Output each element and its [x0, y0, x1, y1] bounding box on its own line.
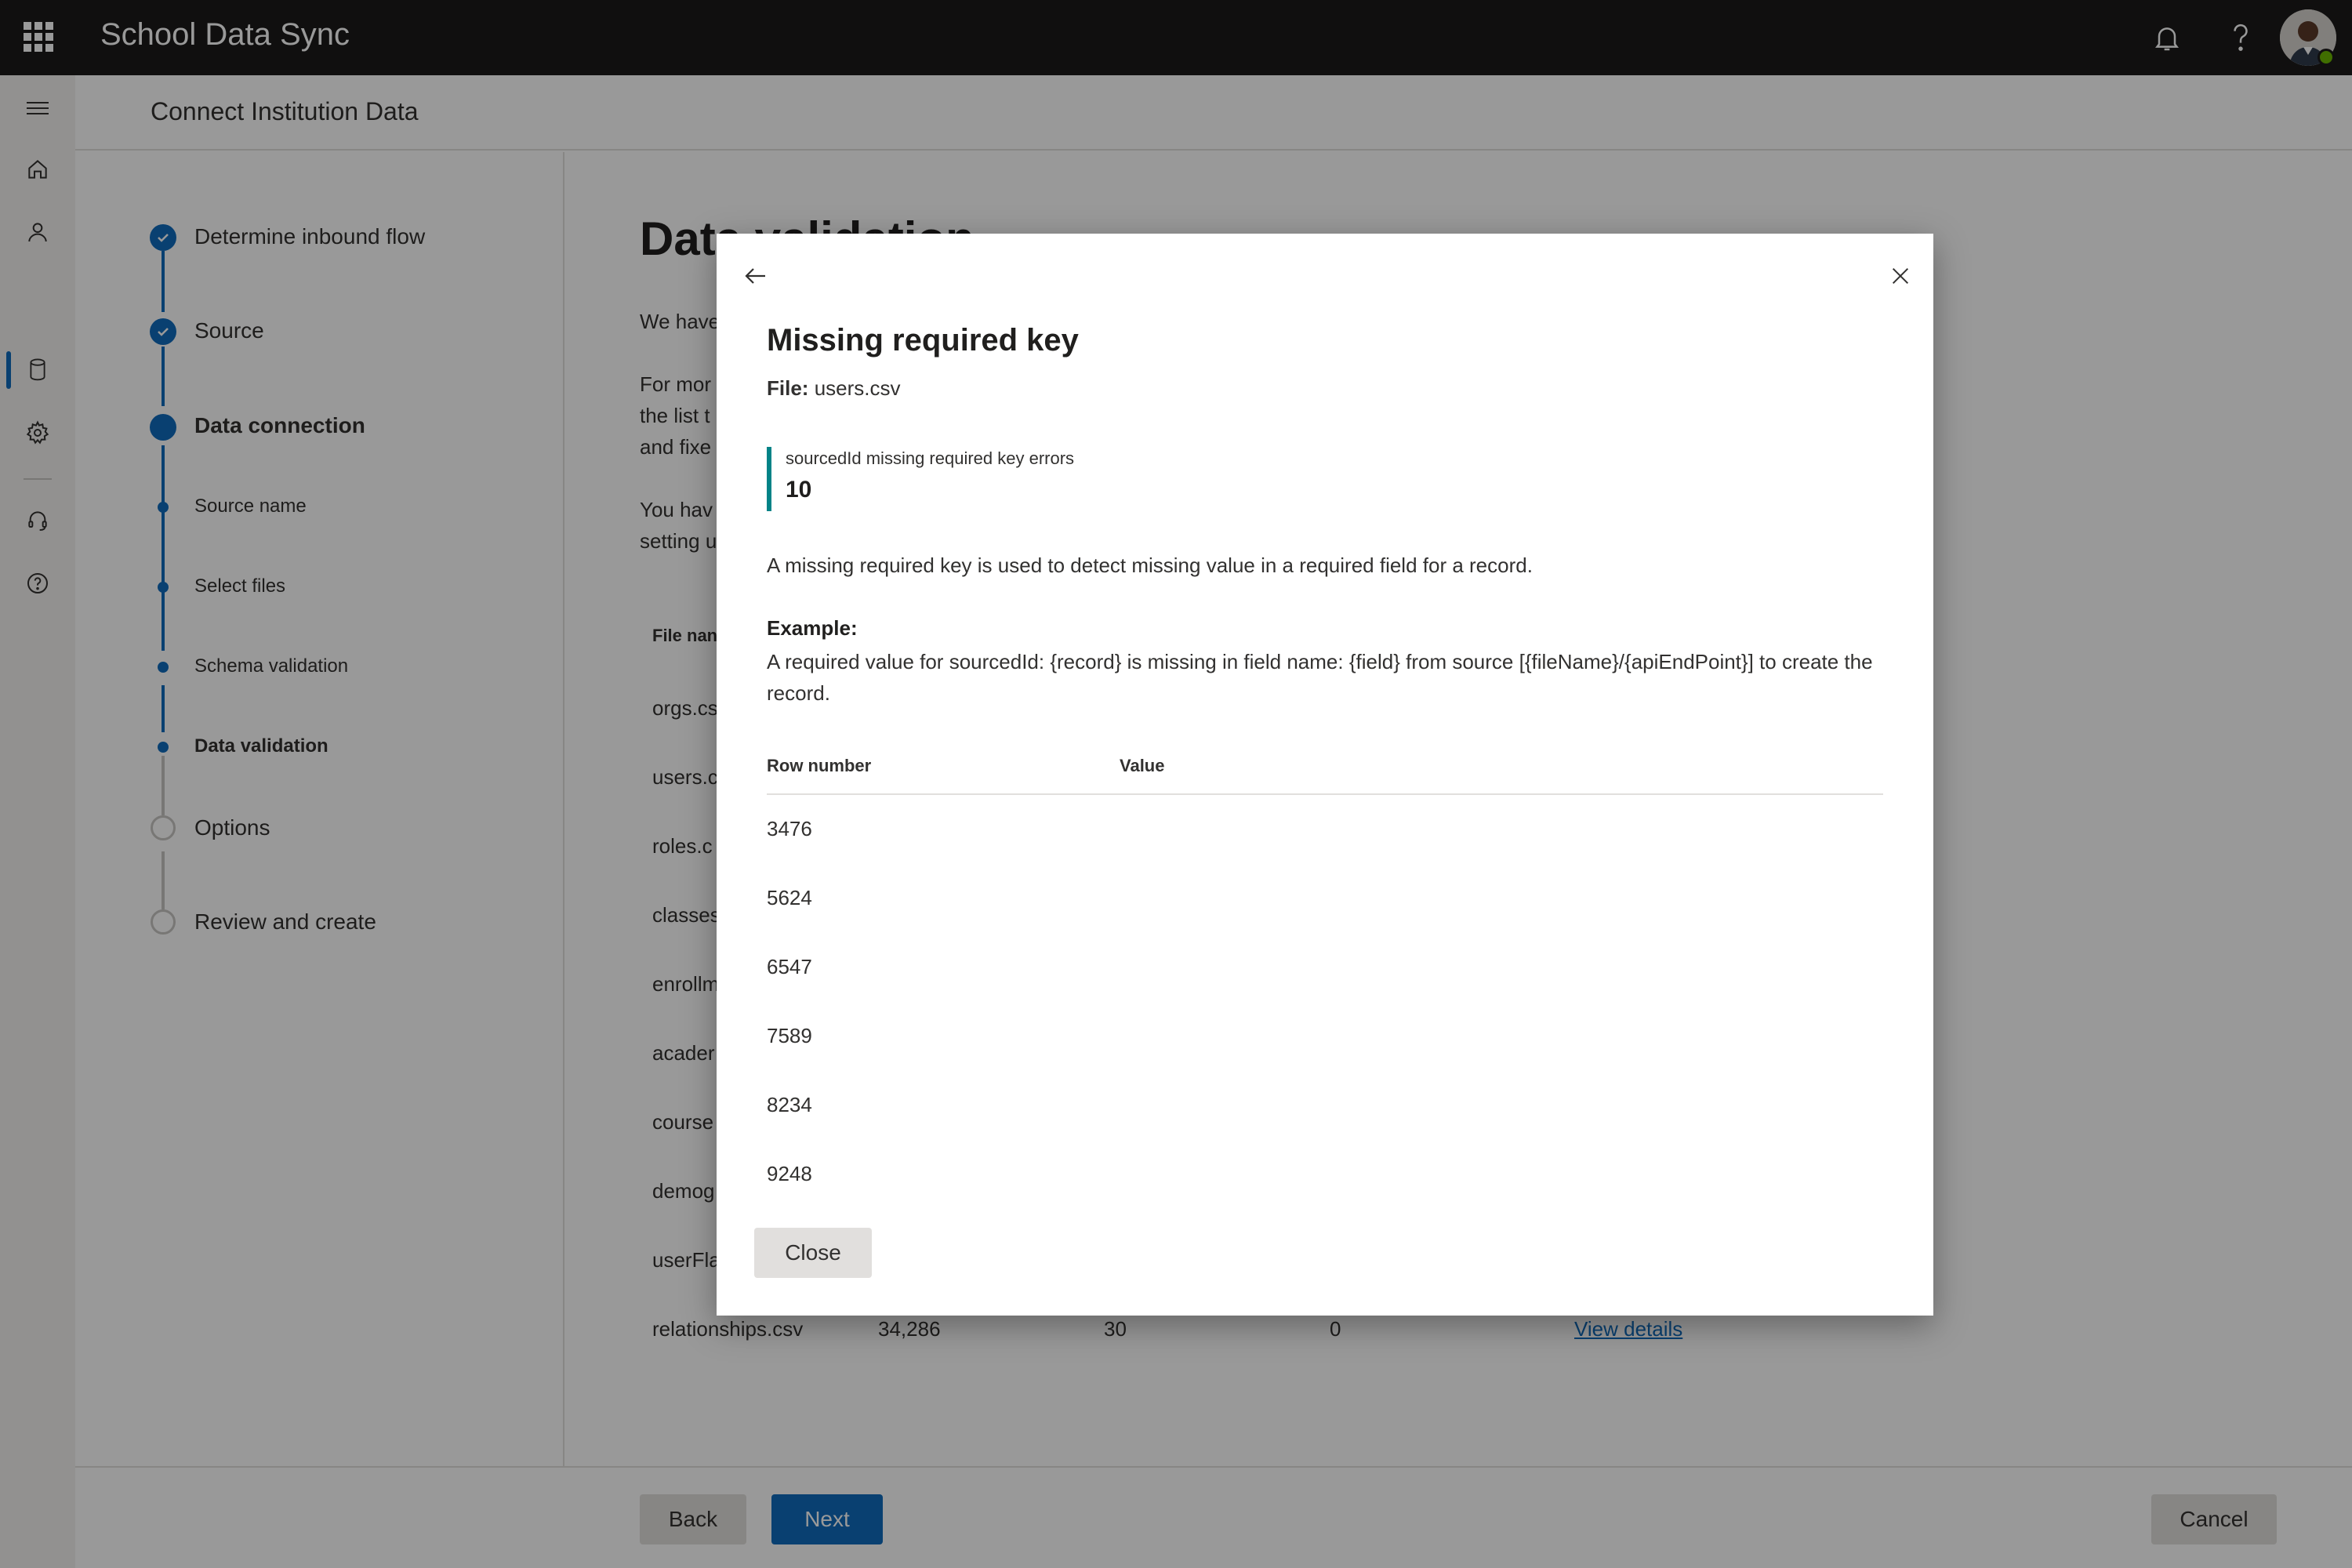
- close-icon[interactable]: [1882, 257, 1919, 295]
- table-header-divider: [767, 793, 1883, 795]
- file-label: File:: [767, 376, 809, 400]
- dialog-title: Missing required key: [767, 323, 1079, 358]
- dialog-description: A missing required key is used to detect…: [767, 554, 1533, 577]
- table-row: 3476: [767, 817, 812, 840]
- column-header-value: Value: [1120, 756, 1165, 775]
- back-arrow-icon[interactable]: [737, 257, 775, 295]
- example-label: Example:: [767, 616, 858, 640]
- table-row: 6547: [767, 955, 812, 978]
- table-row: 9248: [767, 1162, 812, 1185]
- file-name: users.csv: [814, 376, 901, 400]
- table-row: 7589: [767, 1024, 812, 1047]
- dialog-file-info: File: users.csv: [767, 376, 901, 401]
- table-row: 5624: [767, 886, 812, 909]
- missing-key-dialog: Missing required key File: users.csv sou…: [717, 234, 1933, 1316]
- error-metric-card: sourcedId missing required key errors 10: [767, 447, 1074, 511]
- close-button[interactable]: Close: [754, 1228, 872, 1278]
- column-header-row-number: Row number: [767, 756, 872, 775]
- metric-value: 10: [786, 477, 812, 503]
- metric-label: sourcedId missing required key errors: [786, 448, 1075, 468]
- example-text: A required value for sourcedId: {record}…: [767, 650, 1873, 705]
- table-row: 8234: [767, 1093, 812, 1116]
